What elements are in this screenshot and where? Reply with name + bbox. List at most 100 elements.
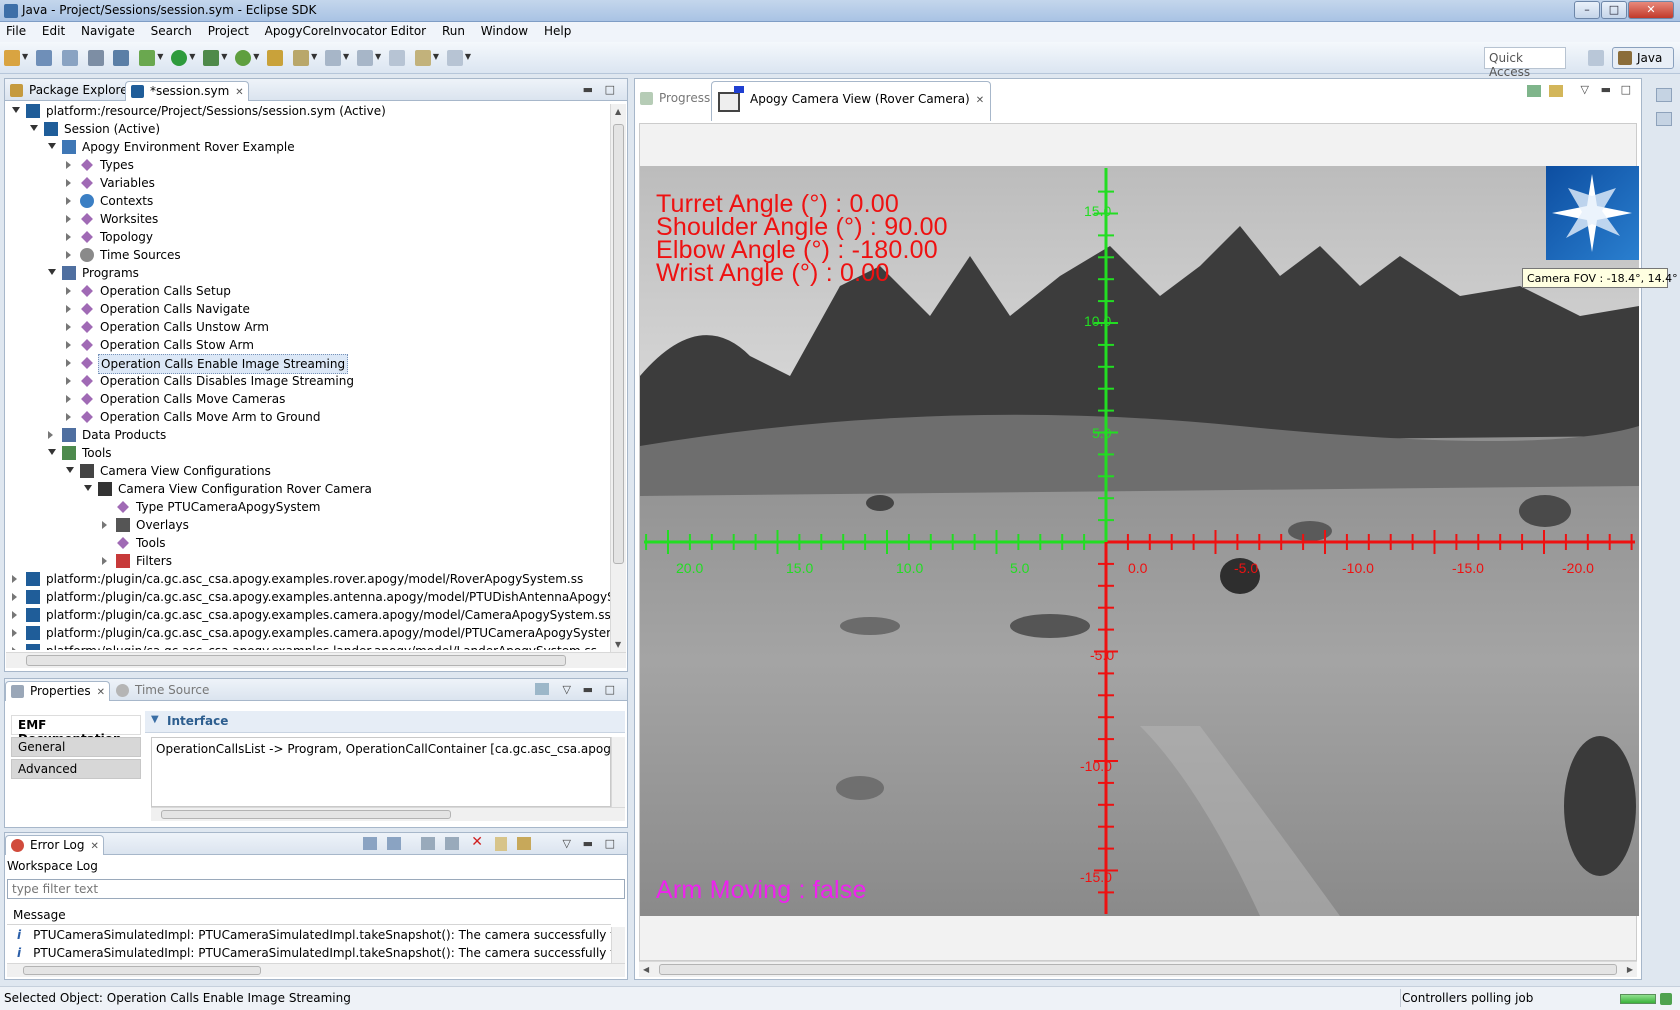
view-menu-icon[interactable]: ▽ <box>1581 83 1589 96</box>
tree-item[interactable]: Tools <box>10 444 610 462</box>
scroll-thumb[interactable] <box>26 655 566 666</box>
print-icon[interactable] <box>87 50 104 66</box>
back-icon[interactable] <box>414 50 431 66</box>
minimize-button[interactable]: – <box>1574 1 1600 19</box>
close-icon[interactable]: ✕ <box>976 95 984 106</box>
maximize-view-icon[interactable]: □ <box>605 837 615 850</box>
open-type-icon[interactable] <box>267 50 284 66</box>
minimize-view-icon[interactable]: ▬ <box>583 83 593 96</box>
collapsed-arrow-icon[interactable] <box>102 557 107 565</box>
tree-item[interactable]: Operation Calls Unstow Arm <box>10 318 610 336</box>
collapsed-arrow-icon[interactable] <box>66 197 71 205</box>
tree-item[interactable]: Variables <box>10 174 610 192</box>
collapsed-arrow-icon[interactable] <box>66 215 71 223</box>
chevron-down-icon[interactable]: ▼ <box>22 52 28 61</box>
expanded-arrow-icon[interactable] <box>84 485 92 491</box>
scroll-right-icon[interactable]: ▶ <box>1627 965 1633 974</box>
chevron-down-icon[interactable]: ▼ <box>253 52 259 61</box>
open-perspective-icon[interactable] <box>1588 50 1604 66</box>
collapsed-arrow-icon[interactable] <box>66 305 71 313</box>
tree-item[interactable]: Contexts <box>10 192 610 210</box>
run-icon[interactable] <box>171 50 188 66</box>
collapsed-arrow-icon[interactable] <box>12 593 17 601</box>
expanded-arrow-icon[interactable] <box>66 467 74 473</box>
open-log-icon[interactable] <box>495 837 507 851</box>
chevron-down-icon[interactable]: ▼ <box>157 52 163 61</box>
log-row[interactable]: i PTUCameraSimulatedImpl: PTUCameraSimula… <box>7 945 611 963</box>
scroll-thumb[interactable] <box>23 966 261 975</box>
snapshot-icon[interactable] <box>1527 85 1541 97</box>
log-row[interactable]: i PTUCameraSimulatedImpl: PTUCameraSimula… <box>7 927 611 945</box>
tree-item[interactable]: Session (Active) <box>10 120 610 138</box>
java-perspective-button[interactable]: Java <box>1612 47 1674 69</box>
maximize-button[interactable]: □ <box>1601 1 1627 19</box>
chevron-down-icon[interactable]: ▼ <box>221 52 227 61</box>
tree-item[interactable]: Operation Calls Disables Image Streaming <box>10 372 610 390</box>
tree-item[interactable]: Operation Calls Setup <box>10 282 610 300</box>
tree-item[interactable]: Camera View Configurations <box>10 462 610 480</box>
minimize-view-icon[interactable]: ▬ <box>583 837 593 850</box>
tab-apogy-camera-view[interactable]: Apogy Camera View (Rover Camera) ✕ <box>711 81 992 121</box>
chevron-down-icon[interactable]: ▼ <box>375 52 381 61</box>
clear-log-icon[interactable] <box>421 837 435 850</box>
chevron-down-icon[interactable]: ▼ <box>189 52 195 61</box>
chevron-down-icon[interactable]: ▼ <box>433 52 439 61</box>
tree-item[interactable]: Tools <box>10 534 610 552</box>
tree-item[interactable]: Apogy Environment Rover Example <box>10 138 610 156</box>
tree-vertical-scrollbar[interactable]: ▲ ▼ <box>610 104 626 652</box>
collapsed-arrow-icon[interactable] <box>66 341 71 349</box>
expanded-arrow-icon[interactable] <box>12 107 20 113</box>
menu-help[interactable]: Help <box>538 22 577 40</box>
collapsed-arrow-icon[interactable] <box>66 323 71 331</box>
maximize-view-icon[interactable]: □ <box>605 83 615 96</box>
doc-horizontal-scrollbar[interactable] <box>151 807 625 821</box>
close-icon[interactable]: ✕ <box>97 687 105 698</box>
scroll-thumb[interactable] <box>659 964 1617 975</box>
log-horizontal-scrollbar[interactable] <box>7 963 625 977</box>
minimized-view-icon[interactable] <box>1656 112 1672 126</box>
tab-time-source[interactable]: Time Source <box>111 681 213 701</box>
collapsed-arrow-icon[interactable] <box>48 431 53 439</box>
expanded-arrow-icon[interactable] <box>30 125 38 131</box>
toggle-mark-icon[interactable] <box>113 50 130 66</box>
log-vertical-scrollbar[interactable] <box>611 927 625 963</box>
scroll-up-icon[interactable]: ▲ <box>615 107 621 116</box>
delete-icon[interactable]: ✕ <box>471 834 483 850</box>
side-tab-advanced[interactable]: Advanced <box>11 759 141 779</box>
collapsed-arrow-icon[interactable] <box>66 359 71 367</box>
menu-project[interactable]: Project <box>202 22 255 40</box>
collapsed-arrow-icon[interactable] <box>12 575 17 583</box>
collapsed-arrow-icon[interactable] <box>12 611 17 619</box>
collapsed-arrow-icon[interactable] <box>12 647 17 650</box>
restore-icon[interactable] <box>1656 88 1672 102</box>
maximize-view-icon[interactable]: □ <box>605 683 615 696</box>
collapsed-arrow-icon[interactable] <box>66 377 71 385</box>
interface-section-header[interactable]: ▼ Interface <box>145 711 625 733</box>
scroll-down-icon[interactable]: ▼ <box>615 640 621 649</box>
expanded-arrow-icon[interactable] <box>48 269 56 275</box>
view-menu-icon[interactable]: ▽ <box>563 683 571 696</box>
external-tools-icon[interactable] <box>203 50 220 66</box>
forward-icon[interactable] <box>446 50 463 66</box>
tree-item[interactable]: Worksites <box>10 210 610 228</box>
tree-item[interactable]: platform:/resource/Project/Sessions/sess… <box>10 102 610 120</box>
close-icon[interactable]: ✕ <box>91 841 99 852</box>
collapsed-arrow-icon[interactable] <box>66 179 71 187</box>
tree-item[interactable]: Camera View Configuration Rover Camera <box>10 480 610 498</box>
restore-log-icon[interactable] <box>517 837 531 850</box>
progress-view-icon[interactable] <box>1660 993 1672 1005</box>
menu-window[interactable]: Window <box>475 22 534 40</box>
tree-item[interactable]: Data Products <box>10 426 610 444</box>
new-icon[interactable] <box>4 50 20 66</box>
tree-item[interactable]: Topology <box>10 228 610 246</box>
last-edit-icon[interactable] <box>389 50 406 66</box>
save-all-icon[interactable] <box>61 50 78 66</box>
tree-item[interactable]: Time Sources <box>10 246 610 264</box>
collapsed-arrow-icon[interactable] <box>66 161 71 169</box>
tree-item[interactable]: Filters <box>10 552 610 570</box>
tree-item[interactable]: Overlays <box>10 516 610 534</box>
tree-item[interactable]: platform:/plugin/ca.gc.asc_csa.apogy.exa… <box>10 642 610 650</box>
menu-navigate[interactable]: Navigate <box>75 22 141 40</box>
tab-properties[interactable]: Properties ✕ <box>5 681 111 701</box>
pin-icon[interactable] <box>535 683 549 695</box>
